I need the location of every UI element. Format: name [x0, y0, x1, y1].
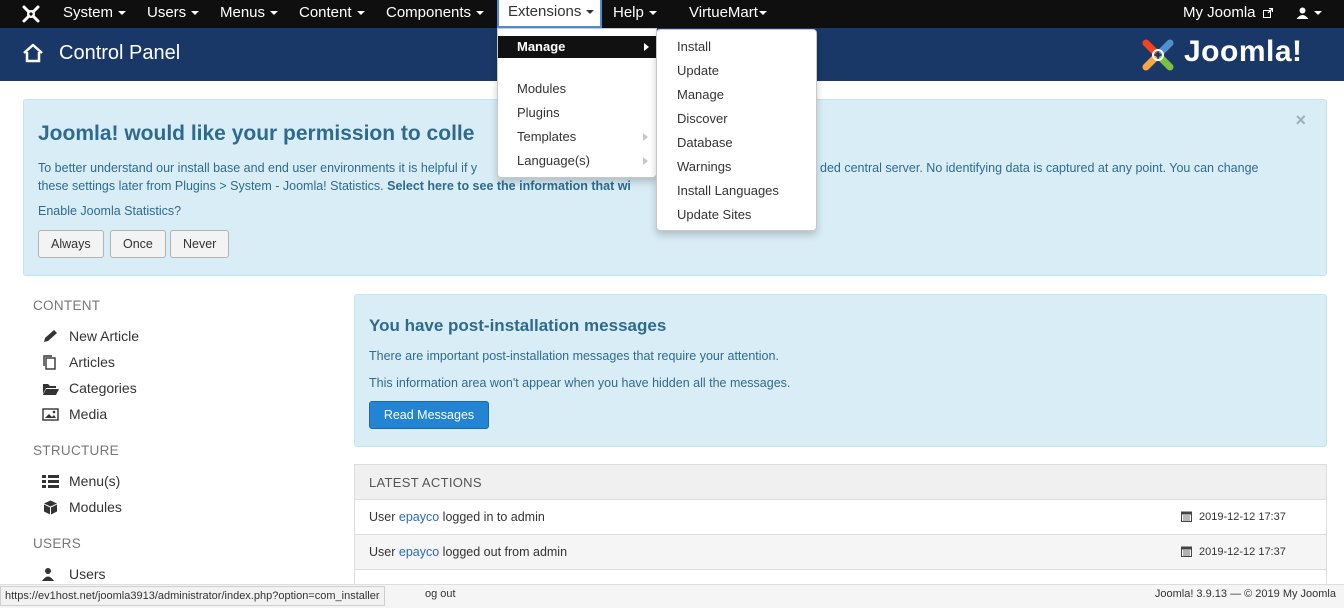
sidebar-heading-users: USERS	[33, 536, 82, 551]
post-installation-alert: You have post-installation messages Ther…	[354, 294, 1327, 447]
users-icon	[42, 568, 54, 581]
pencil-icon	[44, 330, 57, 342]
never-button[interactable]: Never	[170, 230, 230, 258]
close-icon[interactable]: ×	[1295, 110, 1306, 131]
folder-open-icon	[43, 384, 59, 395]
table-row: User epayco logged out from admin 2019-1…	[355, 535, 1326, 570]
submenu-item-update[interactable]: Update	[677, 63, 719, 78]
row-text-peek: og out	[425, 588, 456, 600]
post-installation-text: There are important post-installation me…	[369, 349, 779, 363]
once-button[interactable]: Once	[110, 230, 166, 258]
nav-system[interactable]: System	[54, 0, 135, 28]
read-messages-button[interactable]: Read Messages	[369, 401, 489, 429]
cube-icon	[44, 500, 57, 515]
nav-virtuemart[interactable]: VirtueMart	[680, 0, 776, 28]
sidebar-heading-content: CONTENT	[33, 298, 101, 313]
nav-content[interactable]: Content	[290, 0, 374, 28]
joomla-brand-logo: Joomla!	[1138, 35, 1328, 77]
latest-actions-header: LATEST ACTIONS	[355, 465, 1326, 500]
chevron-right-icon	[644, 43, 649, 51]
chevron-right-icon	[643, 133, 648, 141]
list-icon	[42, 475, 59, 488]
statistics-info-link[interactable]: Select here to see the information that …	[387, 179, 631, 193]
submenu-item-install[interactable]: Install	[677, 39, 711, 54]
menu-item-plugins[interactable]: Plugins	[517, 105, 560, 120]
extensions-dropdown-menu: Manage Modules Plugins Templates Languag…	[497, 28, 657, 178]
submenu-item-install-languages[interactable]: Install Languages	[677, 183, 779, 198]
copy-icon	[43, 355, 56, 370]
post-installation-note: This information area won't appear when …	[369, 376, 791, 390]
calendar-icon	[1181, 511, 1192, 522]
submenu-item-update-sites[interactable]: Update Sites	[677, 207, 751, 222]
calendar-icon	[1181, 546, 1192, 557]
nav-my-joomla[interactable]: My Joomla	[1174, 0, 1282, 28]
nav-user-menu[interactable]	[1287, 0, 1331, 28]
external-link-icon	[1262, 7, 1273, 19]
statistics-title: Joomla! would like your permission to co…	[38, 122, 475, 145]
chevron-right-icon	[643, 157, 648, 165]
submenu-item-warnings[interactable]: Warnings	[677, 159, 731, 174]
user-link[interactable]: epayco	[399, 510, 439, 524]
sidebar-heading-structure: STRUCTURE	[33, 443, 119, 458]
nav-menus[interactable]: Menus	[211, 0, 287, 28]
home-icon	[23, 43, 43, 63]
image-icon	[42, 408, 59, 421]
menu-item-manage[interactable]: Manage	[498, 36, 656, 58]
joomla-logo-icon[interactable]	[20, 3, 42, 25]
post-installation-title: You have post-installation messages	[369, 316, 667, 335]
menu-item-templates[interactable]: Templates	[517, 129, 576, 144]
nav-help[interactable]: Help	[604, 0, 666, 28]
user-link[interactable]: epayco	[399, 545, 439, 559]
menu-item-modules[interactable]: Modules	[517, 81, 566, 96]
joomla-brand-icon	[1142, 39, 1174, 71]
always-button[interactable]: Always	[38, 230, 104, 258]
nav-components[interactable]: Components	[377, 0, 493, 28]
top-navbar: System Users Menus Content Components Ex…	[0, 0, 1344, 28]
nav-extensions[interactable]: Extensions	[497, 0, 602, 28]
submenu-item-discover[interactable]: Discover	[677, 111, 728, 126]
page-title: Control Panel	[59, 42, 181, 64]
table-row: User epayco logged in to admin 2019-12-1…	[355, 500, 1326, 535]
manage-submenu: Install Update Manage Discover Database …	[656, 29, 817, 231]
user-icon	[1296, 7, 1309, 20]
submenu-item-manage[interactable]: Manage	[677, 87, 724, 102]
nav-users[interactable]: Users	[138, 0, 208, 28]
statistics-question: Enable Joomla Statistics?	[38, 204, 182, 218]
menu-item-languages[interactable]: Language(s)	[517, 153, 590, 168]
submenu-item-database[interactable]: Database	[677, 135, 733, 150]
status-bar-url: https://ev1host.net/joomla3913/administr…	[0, 586, 385, 606]
